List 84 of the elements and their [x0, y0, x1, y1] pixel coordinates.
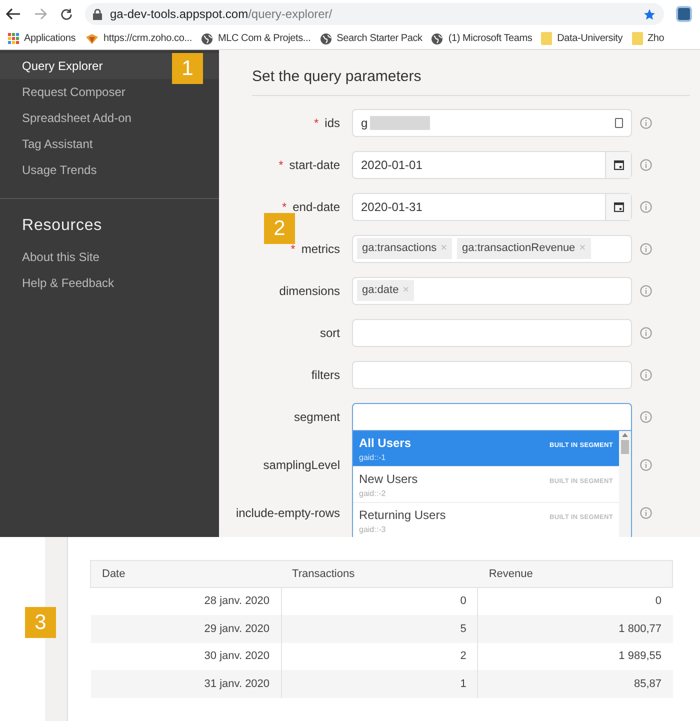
column-header: Transactions: [281, 560, 478, 588]
globe-icon: [200, 32, 213, 44]
info-icon[interactable]: [640, 506, 652, 518]
calendar-icon[interactable]: [614, 160, 624, 170]
table-cell: 1 800,77: [478, 615, 672, 642]
url-text: ga-dev-tools.appspot.com/query-explorer/: [110, 6, 334, 23]
field-label: metrics: [301, 240, 340, 258]
field-label: segment: [294, 408, 340, 426]
bookmark[interactable]: Data-University: [541, 31, 623, 46]
sidebar-item[interactable]: Usage Trends: [0, 157, 219, 183]
option-name: Returning Users: [359, 506, 446, 524]
field-label: filters: [311, 366, 340, 384]
folder-icon: [541, 32, 552, 45]
field-label: end-date: [292, 198, 340, 216]
bookmark[interactable]: MLC Com & Projets...: [200, 31, 311, 46]
input-field[interactable]: [352, 318, 632, 346]
option-id: gaid::-1: [359, 452, 387, 464]
option-name: New Users: [359, 470, 418, 488]
sidebar-item[interactable]: Tag Assistant: [0, 131, 219, 157]
table-cell: 85,87: [478, 670, 672, 698]
field-label: dimensions: [279, 282, 340, 300]
forward-icon[interactable]: [34, 8, 48, 20]
field-label: start-date: [289, 156, 340, 174]
redaction-block: [370, 116, 430, 130]
address-bar[interactable]: ga-dev-tools.appspot.com/query-explorer/: [85, 3, 664, 25]
callout-badge: 2: [264, 213, 295, 244]
field-label: samplingLevel: [263, 456, 340, 474]
info-icon[interactable]: [640, 368, 652, 380]
sidebar-item[interactable]: Spreadsheet Add-on: [0, 105, 219, 131]
table-cell: 1 989,55: [478, 642, 672, 670]
reload-icon[interactable]: [60, 8, 73, 20]
globe-icon: [320, 32, 332, 44]
callout-badge: 3: [25, 607, 56, 638]
extension-icon[interactable]: [676, 6, 692, 22]
info-icon[interactable]: [640, 410, 652, 422]
site-logo-icon: [84, 32, 99, 44]
sidebar-heading: Resources: [21, 216, 104, 236]
apps-grid-icon: [8, 33, 19, 44]
option-id: gaid::-3: [359, 524, 387, 536]
date-field[interactable]: 2020-01-01: [352, 150, 632, 178]
callout-badge: 1: [172, 53, 203, 84]
star-icon[interactable]: [643, 8, 656, 20]
table-cell: 1: [281, 670, 478, 698]
tag-chip: ga:transactionRevenue ×: [457, 238, 591, 259]
field-label: ids: [324, 114, 340, 132]
required-mark: *: [314, 114, 319, 132]
info-icon[interactable]: [640, 116, 652, 128]
date-field[interactable]: 2020-01-31: [352, 192, 632, 220]
lock-icon: [93, 8, 102, 20]
column-header: Date: [90, 560, 282, 588]
table-cell: 31 janv. 2020: [90, 670, 282, 698]
bookmark[interactable]: https://crm.zoho.co...: [84, 31, 192, 46]
bookmark[interactable]: Zho: [632, 31, 664, 46]
info-icon[interactable]: [640, 242, 652, 254]
option-id: gaid::-2: [359, 488, 387, 500]
account-icon[interactable]: [615, 118, 623, 128]
info-icon[interactable]: [640, 458, 652, 470]
folder-icon: [632, 32, 643, 45]
bookmark[interactable]: Search Starter Pack: [320, 31, 422, 46]
back-icon[interactable]: [4, 7, 22, 21]
tag-chip: ga:date ×: [357, 280, 414, 301]
column-header: Revenue: [478, 560, 672, 588]
info-icon[interactable]: [640, 326, 652, 338]
input-field[interactable]: [352, 360, 632, 388]
required-mark: *: [278, 156, 284, 174]
required-mark: *: [282, 198, 287, 216]
info-icon[interactable]: [640, 158, 652, 170]
table-cell: 0: [478, 588, 672, 615]
info-icon[interactable]: [640, 200, 652, 212]
bookmark[interactable]: (1) Microsoft Teams: [431, 31, 532, 46]
tag-input-field[interactable]: ga:date ×: [352, 276, 632, 304]
calendar-icon[interactable]: [614, 202, 624, 212]
tag-chip: ga:transactions ×: [357, 238, 452, 259]
input-field[interactable]: g: [352, 108, 632, 136]
sidebar-item[interactable]: Help & Feedback: [0, 270, 219, 296]
globe-icon: [431, 32, 444, 44]
option-name: All Users: [359, 434, 412, 452]
sidebar-item[interactable]: About this Site: [0, 244, 219, 270]
scrollbar[interactable]: [619, 430, 631, 537]
info-icon[interactable]: [640, 284, 652, 296]
field-label: sort: [320, 324, 340, 342]
bookmark[interactable]: Applications: [8, 31, 76, 46]
section-heading: Set the query parameters: [252, 50, 690, 96]
field-label: include-empty-rows: [236, 504, 340, 522]
